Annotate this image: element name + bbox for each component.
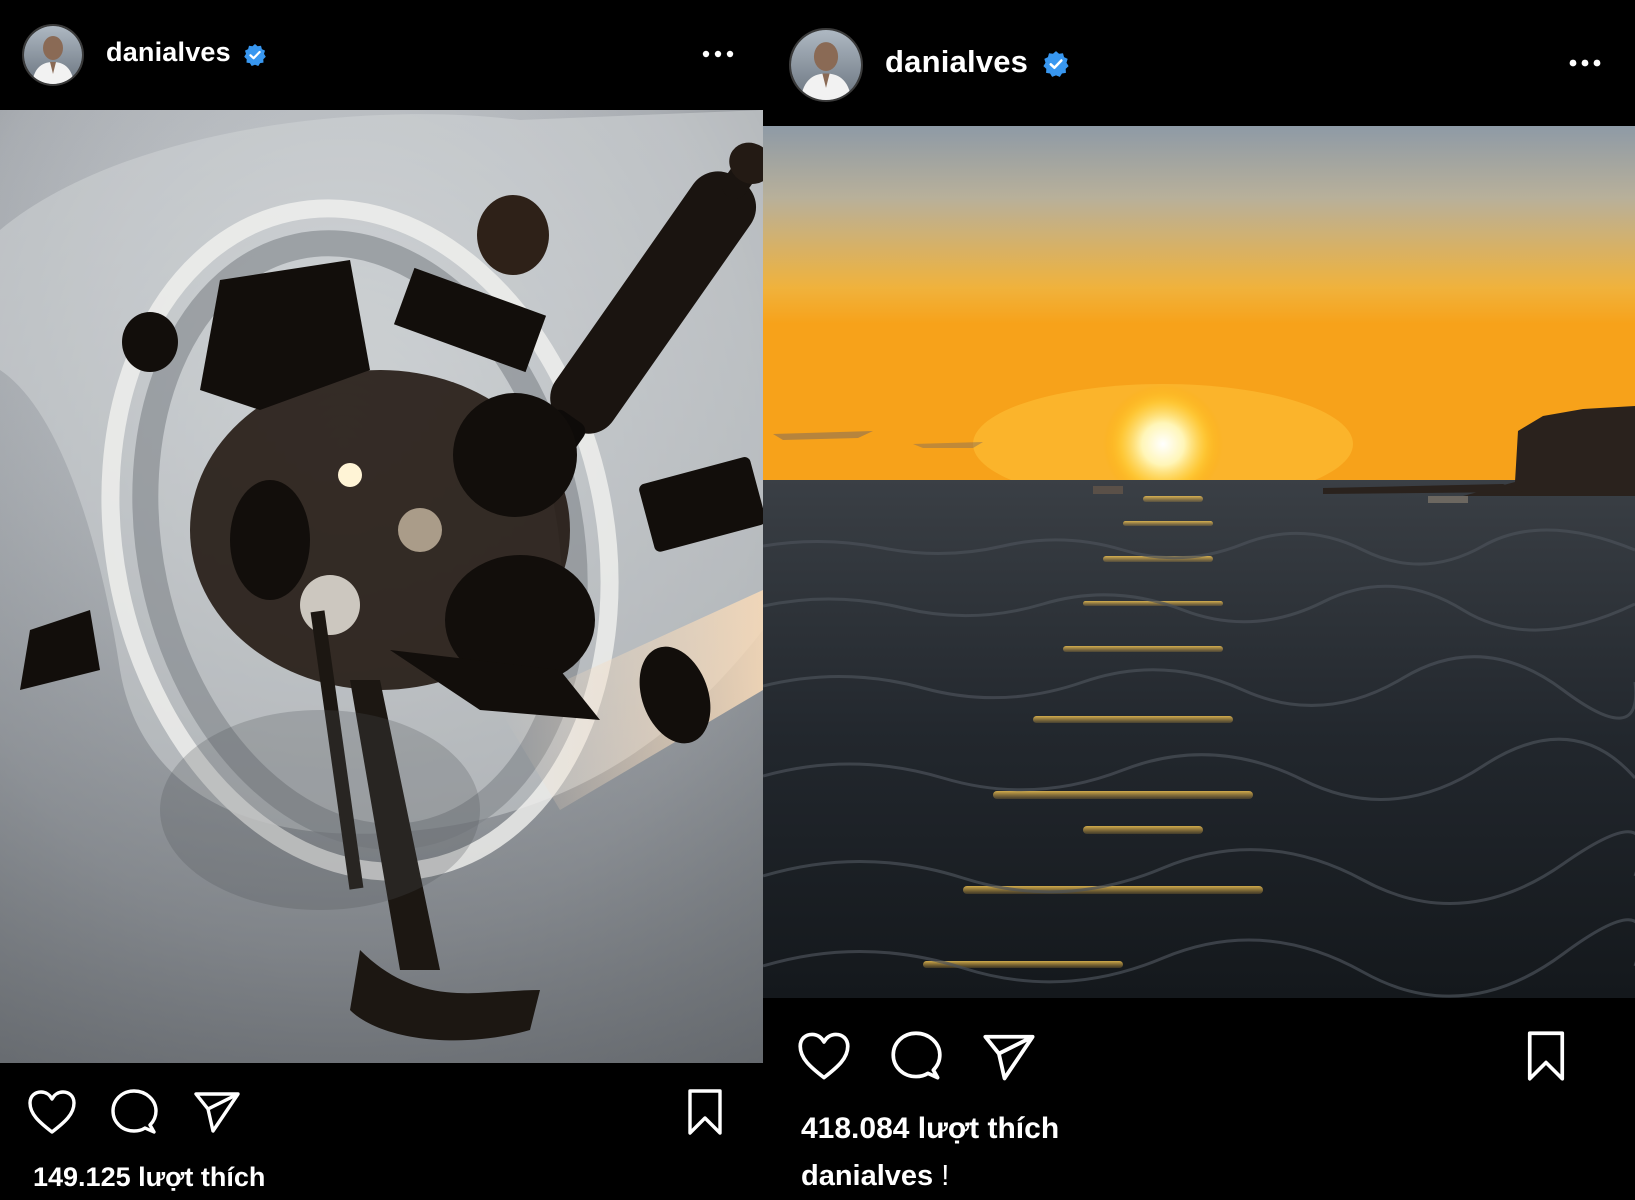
caption-text: ! [941, 1160, 950, 1192]
bookmark-icon[interactable] [1525, 1030, 1567, 1082]
verified-badge-icon [243, 43, 267, 72]
heart-icon[interactable] [27, 1089, 77, 1135]
post-actions [0, 1063, 763, 1143]
avatar[interactable] [789, 28, 863, 102]
paper-plane-icon[interactable] [982, 1032, 1036, 1082]
likes-count[interactable]: 418.084 lượt thích [801, 1112, 1059, 1146]
avatar[interactable] [22, 24, 84, 86]
likes-count[interactable]: 149.125 lượt thích [33, 1162, 265, 1193]
post-card-1: danialves 149.125 lượt thích [0, 0, 763, 1200]
post-card-2: danialves 418.084 lượt thích danialves ! [763, 0, 1635, 1200]
post-header: danialves [763, 0, 1635, 126]
post-caption: danialves ! [801, 1160, 949, 1193]
post-header: danialves [0, 0, 763, 110]
comment-icon[interactable] [890, 1030, 942, 1082]
verified-badge-icon [1042, 50, 1070, 83]
username[interactable]: danialves [106, 37, 231, 68]
heart-icon[interactable] [797, 1031, 851, 1081]
caption-username[interactable]: danialves [801, 1160, 933, 1192]
bookmark-icon[interactable] [686, 1088, 724, 1136]
more-options-icon[interactable] [1566, 56, 1604, 74]
comment-icon[interactable] [110, 1088, 158, 1136]
post-actions [763, 998, 1635, 1098]
more-options-icon[interactable] [700, 47, 736, 65]
username[interactable]: danialves [885, 44, 1028, 80]
paper-plane-icon[interactable] [193, 1090, 241, 1134]
post-photo[interactable] [0, 110, 763, 1063]
post-photo[interactable] [763, 126, 1635, 998]
